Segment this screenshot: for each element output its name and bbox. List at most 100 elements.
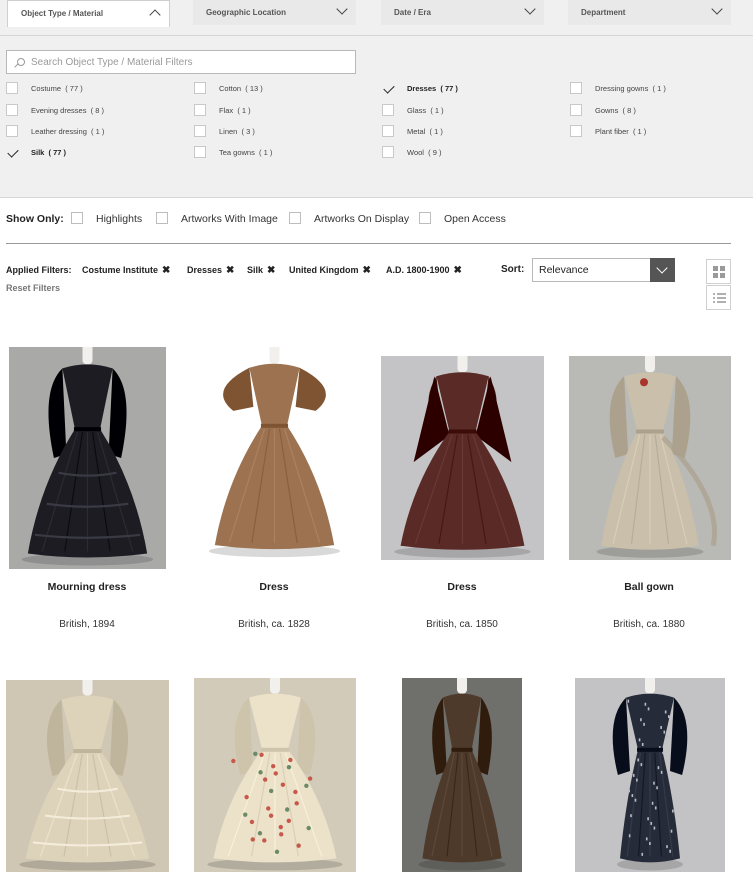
dropdown-label: Geographic Location [206, 8, 287, 17]
applied-filter-chip[interactable]: Silk ✖ [247, 265, 275, 276]
artwork-image[interactable] [196, 347, 353, 560]
option-count: ( 8 ) [622, 106, 636, 115]
chevron-down-icon[interactable] [650, 258, 675, 282]
show-only-label: Show Only: [6, 213, 64, 225]
filter-option-label: Evening dresses ( 8 ) [31, 106, 104, 115]
remove-icon[interactable]: ✖ [363, 265, 371, 276]
department-dropdown[interactable]: Department [568, 0, 731, 25]
artwork-meta: British, ca. 1880 [613, 619, 685, 630]
artwork-image[interactable] [575, 678, 725, 872]
artwork-image[interactable] [381, 356, 544, 560]
checkbox[interactable] [570, 104, 582, 116]
checkbox[interactable] [289, 212, 301, 224]
chip-label: Dresses [187, 265, 223, 275]
option-count: ( 1 ) [652, 84, 666, 93]
artwork-image[interactable] [569, 356, 731, 560]
sort-select[interactable]: Relevance [532, 258, 675, 282]
chevron-down-icon [336, 3, 348, 15]
dropdown-label: Department [581, 8, 626, 17]
grid-view-button[interactable] [706, 259, 731, 284]
checkbox[interactable] [382, 104, 394, 116]
checkbox[interactable] [570, 125, 582, 137]
artwork-image[interactable] [6, 680, 169, 872]
filter-dropdown-bar: Object Type / Material Geographic Locati… [0, 0, 753, 36]
artwork-title[interactable]: Mourning dress [0, 581, 177, 593]
option-count: ( 3 ) [241, 127, 255, 136]
checkbox[interactable] [6, 104, 18, 116]
checkbox[interactable] [419, 212, 431, 224]
dropdown-label: Date / Era [394, 8, 431, 17]
artwork-image[interactable] [194, 678, 356, 872]
checkbox[interactable] [570, 82, 582, 94]
artwork-title[interactable]: Dress [184, 581, 364, 593]
filter-option-label: Tea gowns ( 1 ) [219, 148, 272, 157]
list-view-button[interactable] [706, 285, 731, 310]
option-count: ( 1 ) [91, 127, 105, 136]
option-label: Artworks On Display [314, 213, 410, 225]
option-name: Leather dressing [31, 127, 87, 136]
checkbox[interactable] [194, 104, 206, 116]
filter-option-label: Linen ( 3 ) [219, 127, 255, 136]
remove-icon[interactable]: ✖ [162, 265, 170, 276]
list-view-icon [713, 293, 726, 303]
option-label: Open Access [444, 213, 506, 225]
applied-filters-label: Applied Filters: [6, 265, 72, 275]
option-count: ( 77 ) [440, 84, 458, 93]
applied-filter-chip[interactable]: Costume Institute ✖ [82, 265, 170, 276]
date-era-dropdown[interactable]: Date / Era [381, 0, 544, 25]
checkbox[interactable] [194, 82, 206, 94]
filter-option-label: Gowns ( 8 ) [595, 106, 636, 115]
object-type-material-dropdown[interactable]: Object Type / Material [7, 0, 170, 27]
filter-option-label: Costume ( 77 ) [31, 84, 83, 93]
artwork-title[interactable]: Ball gown [559, 581, 739, 593]
option-name: Dresses [407, 84, 437, 93]
filter-option-label: Dresses ( 77 ) [407, 84, 458, 93]
remove-icon[interactable]: ✖ [267, 265, 275, 276]
checkbox[interactable] [6, 146, 18, 158]
checkbox[interactable] [382, 82, 394, 94]
checkbox[interactable] [382, 125, 394, 137]
divider [6, 243, 731, 244]
artwork-title[interactable]: Dress [372, 581, 552, 593]
checkbox[interactable] [71, 212, 83, 224]
option-count: ( 1 ) [429, 127, 443, 136]
artwork-image[interactable] [402, 678, 522, 872]
checkbox[interactable] [156, 212, 168, 224]
filter-search-input[interactable] [31, 54, 341, 70]
option-name: Gowns [595, 106, 619, 115]
option-count: ( 1 ) [632, 127, 647, 136]
reset-filters-link[interactable]: Reset Filters [6, 283, 60, 293]
checkbox[interactable] [194, 146, 206, 158]
filter-search-box[interactable] [6, 50, 356, 74]
chip-label: Costume Institute [82, 265, 159, 275]
option-name: Tea gowns [219, 148, 255, 157]
dropdown-label: Object Type / Material [21, 9, 104, 18]
chip-label: A.D. 1800-1900 [386, 265, 450, 275]
option-name: Wool [407, 148, 424, 157]
checkbox[interactable] [194, 125, 206, 137]
option-name: Metal [407, 127, 426, 136]
option-label: Artworks With Image [181, 213, 278, 225]
option-name: Dressing gowns [595, 84, 649, 93]
filter-option-label: Glass ( 1 ) [407, 106, 444, 115]
artwork-meta: British, ca. 1828 [238, 619, 310, 630]
checkbox[interactable] [6, 82, 18, 94]
checkbox[interactable] [382, 146, 394, 158]
filter-option-label: Silk ( 77 ) [31, 148, 66, 157]
option-name: Silk [31, 148, 45, 157]
option-name: Evening dresses [31, 106, 87, 115]
geographic-location-dropdown[interactable]: Geographic Location [193, 0, 356, 25]
remove-icon[interactable]: ✖ [226, 265, 234, 276]
checkbox[interactable] [6, 125, 18, 137]
chip-label: United Kingdom [289, 265, 359, 275]
option-count: ( 13 ) [245, 84, 263, 93]
artwork-image[interactable] [9, 347, 166, 569]
applied-filter-chip[interactable]: United Kingdom ✖ [289, 265, 371, 276]
artwork-meta: British, 1894 [59, 619, 115, 630]
applied-filter-chip[interactable]: A.D. 1800-1900 ✖ [386, 265, 462, 276]
search-icon [17, 58, 25, 66]
chip-label: Silk [247, 265, 264, 275]
remove-icon[interactable]: ✖ [454, 265, 462, 276]
applied-filter-chip[interactable]: Dresses ✖ [187, 265, 234, 276]
option-count: ( 77 ) [48, 148, 67, 157]
